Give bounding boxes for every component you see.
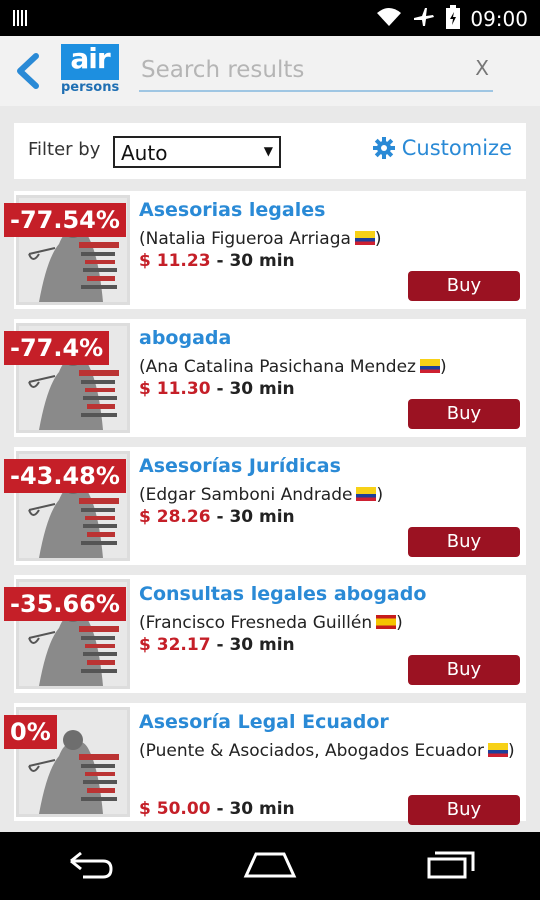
filter-select[interactable]: Auto ▼ bbox=[113, 136, 281, 168]
logo-air-text: air bbox=[61, 44, 119, 80]
back-nav-icon[interactable] bbox=[63, 849, 115, 883]
service-title[interactable]: Consultas legales abogado bbox=[139, 583, 426, 605]
provider-text: (Edgar Samboni Andrade bbox=[139, 485, 353, 505]
result-card[interactable]: -43.48% Asesorías Jurídicas (Edgar Sambo… bbox=[4, 447, 526, 565]
price: $ 32.17 bbox=[139, 635, 211, 655]
filter-bar: Filter by Auto ▼ Customize bbox=[14, 123, 526, 179]
duration: 30 min bbox=[229, 799, 295, 819]
result-card[interactable]: -77.54% Asesorias legales (Natalia Figue… bbox=[4, 191, 526, 309]
price: $ 11.30 bbox=[139, 379, 211, 399]
buy-button[interactable]: Buy bbox=[408, 271, 520, 301]
result-card[interactable]: -77.4% abogada (Ana Catalina Pasichana M… bbox=[4, 319, 526, 437]
provider-name: (Ana Catalina Pasichana Mendez) bbox=[139, 357, 447, 377]
colombia-flag-icon bbox=[419, 359, 440, 373]
provider-text: (Ana Catalina Pasichana Mendez bbox=[139, 357, 416, 377]
gear-icon bbox=[372, 137, 395, 159]
price: $ 50.00 bbox=[139, 799, 211, 819]
logo-persons-text: persons bbox=[61, 80, 120, 95]
price: $ 28.26 bbox=[139, 507, 211, 527]
price: $ 11.23 bbox=[139, 251, 211, 271]
colombia-flag-icon bbox=[354, 231, 375, 245]
buy-button[interactable]: Buy bbox=[408, 655, 520, 685]
chevron-left-icon bbox=[17, 53, 39, 89]
price-line: $ 11.23 - 30 min bbox=[139, 251, 295, 271]
colombia-flag-icon bbox=[356, 487, 377, 501]
customize-label: Customize bbox=[401, 136, 512, 160]
discount-badge: -77.4% bbox=[4, 331, 110, 365]
customize-button[interactable]: Customize bbox=[372, 136, 512, 160]
buy-button[interactable]: Buy bbox=[408, 527, 520, 557]
price-line: $ 11.30 - 30 min bbox=[139, 379, 295, 399]
result-card[interactable]: -35.66% Consultas legales abogado (Franc… bbox=[4, 575, 526, 693]
price-line: $ 28.26 - 30 min bbox=[139, 507, 295, 527]
duration: 30 min bbox=[229, 635, 295, 655]
service-title[interactable]: abogada bbox=[139, 327, 231, 349]
buy-button[interactable]: Buy bbox=[408, 399, 520, 429]
search-input[interactable] bbox=[141, 54, 441, 86]
discount-badge: -77.54% bbox=[4, 203, 126, 237]
clock: 09:00 bbox=[470, 7, 528, 31]
clear-search-button[interactable]: X bbox=[475, 56, 489, 80]
provider-name: (Francisco Fresneda Guillén) bbox=[139, 613, 403, 633]
status-bar: 09:00 bbox=[0, 0, 540, 36]
ecuador-flag-icon bbox=[487, 743, 508, 757]
price-line: $ 50.00 - 30 min bbox=[139, 799, 295, 819]
app-logo[interactable]: air persons bbox=[61, 44, 119, 100]
provider-text: (Natalia Figueroa Arriaga bbox=[139, 229, 351, 249]
service-title[interactable]: Asesoría Legal Ecuador bbox=[139, 711, 389, 733]
back-button[interactable] bbox=[8, 50, 48, 92]
service-title[interactable]: Asesorías Jurídicas bbox=[139, 455, 341, 477]
service-title[interactable]: Asesorias legales bbox=[139, 199, 325, 221]
airplane-mode-icon bbox=[412, 5, 436, 33]
price-line: $ 32.17 - 30 min bbox=[139, 635, 295, 655]
notification-icon bbox=[12, 8, 28, 32]
recent-apps-nav-icon[interactable] bbox=[425, 849, 477, 883]
discount-badge: 0% bbox=[4, 715, 57, 749]
result-card[interactable]: 0% Asesoría Legal Ecuador (Puente & Asoc… bbox=[4, 703, 526, 825]
filter-label: Filter by bbox=[28, 139, 101, 160]
discount-badge: -43.48% bbox=[4, 459, 126, 493]
dropdown-caret-icon: ▼ bbox=[263, 144, 273, 158]
battery-icon bbox=[446, 5, 461, 33]
provider-text: (Francisco Fresneda Guillén bbox=[139, 613, 373, 633]
buy-button[interactable]: Buy bbox=[408, 795, 520, 825]
duration: 30 min bbox=[229, 251, 295, 271]
app-header: air persons X bbox=[0, 36, 540, 106]
provider-name: (Edgar Samboni Andrade) bbox=[139, 485, 384, 505]
discount-badge: -35.66% bbox=[4, 587, 126, 621]
duration: 30 min bbox=[229, 379, 295, 399]
provider-name: (Puente & Asociados, Abogados Ecuador) bbox=[139, 741, 515, 761]
search-box: X bbox=[139, 48, 493, 92]
provider-name: (Natalia Figueroa Arriaga) bbox=[139, 229, 382, 249]
filter-selected-value: Auto bbox=[121, 141, 168, 165]
duration: 30 min bbox=[229, 507, 295, 527]
provider-text: (Puente & Asociados, Abogados Ecuador bbox=[139, 741, 484, 761]
home-nav-icon[interactable] bbox=[242, 850, 298, 882]
navigation-bar bbox=[0, 832, 540, 900]
wifi-icon bbox=[376, 6, 402, 32]
spain-flag-icon bbox=[376, 615, 397, 629]
